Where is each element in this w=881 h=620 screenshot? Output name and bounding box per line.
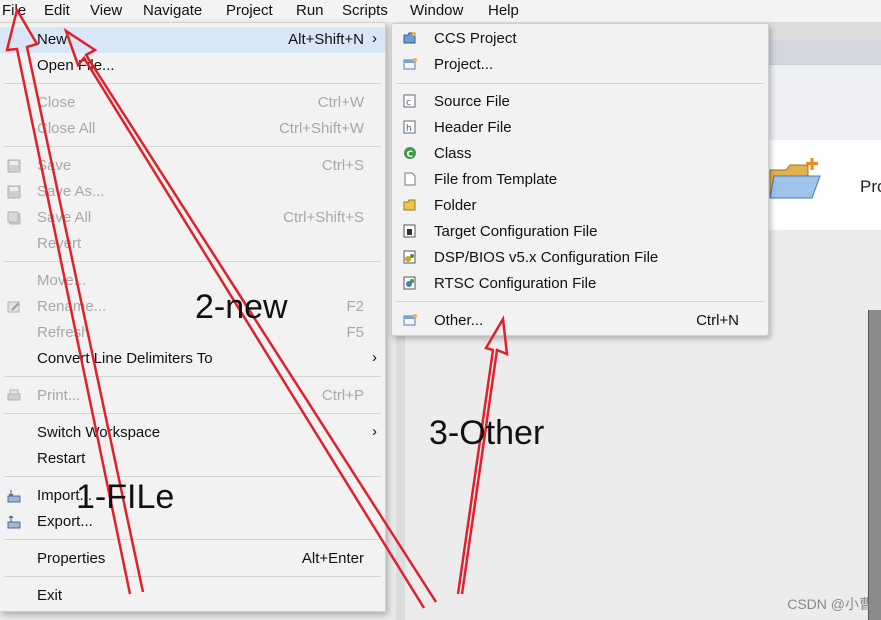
annotation-step1: 1-FILe (76, 478, 175, 516)
annotation-step3: 3-Other (429, 414, 545, 452)
watermark: CSDN @小曹 (787, 596, 873, 612)
annotation-step2: 2-new (195, 288, 288, 326)
annotation-arrows (5, 6, 509, 609)
arrow-to-other (456, 315, 509, 595)
